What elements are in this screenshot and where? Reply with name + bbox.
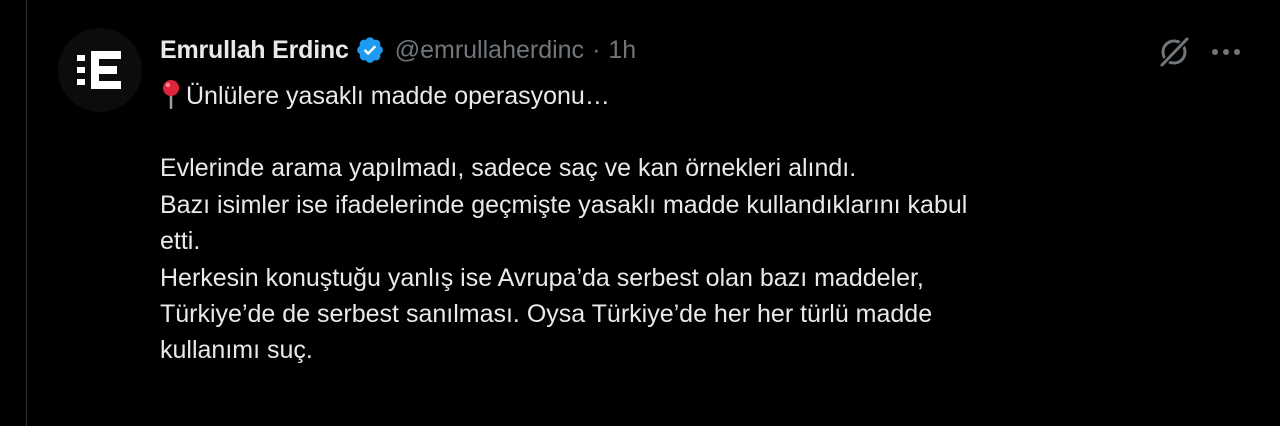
avatar[interactable] xyxy=(58,28,142,112)
grok-icon[interactable] xyxy=(1156,34,1192,70)
avatar-logo-icon xyxy=(77,51,121,89)
separator-dot: · xyxy=(592,35,601,64)
tweet-line: Türkiye’de de serbest sanılması. Oysa Tü… xyxy=(160,300,933,329)
tweet-line: Ünlülere yasaklı madde operasyonu… xyxy=(160,78,1220,114)
tweet-line-text: Ünlülere yasaklı madde operasyonu… xyxy=(186,82,610,110)
author-handle[interactable]: @emrullaherdinc xyxy=(395,36,584,65)
tweet-line: etti. xyxy=(160,227,201,256)
tweet-text: Ünlülere yasaklı madde operasyonu… Evler… xyxy=(160,78,1220,369)
author-name[interactable]: Emrullah Erdinc xyxy=(160,36,349,65)
timestamp[interactable]: 1h xyxy=(608,36,636,65)
round-pushpin-icon xyxy=(160,79,182,110)
tweet-line: kullanımı suç. xyxy=(160,336,313,365)
tweet-line: Bazı isimler ise ifadelerinde geçmişte y… xyxy=(160,190,968,219)
more-options-icon[interactable] xyxy=(1206,34,1246,70)
tweet-line: Herkesin konuştuğu yanlış ise Avrupa’da … xyxy=(160,263,924,292)
verified-badge-icon[interactable] xyxy=(355,35,385,65)
tweet-line: Evlerinde arama yapılmadı, sadece saç ve… xyxy=(160,154,857,183)
tweet-header: Emrullah Erdinc @emrullaherdinc · 1h xyxy=(160,32,636,68)
